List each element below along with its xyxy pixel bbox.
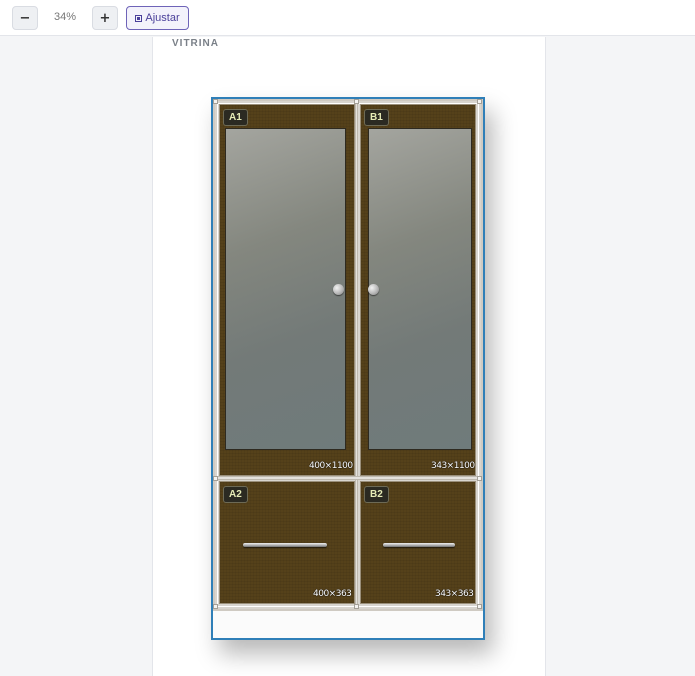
- zoom-in-button[interactable]: +: [92, 6, 118, 30]
- zoom-out-button[interactable]: −: [12, 6, 38, 30]
- corner-marker[interactable]: [477, 99, 482, 104]
- knob-icon: [368, 284, 379, 295]
- door-dimensions: 400×1100: [309, 461, 353, 471]
- corner-marker[interactable]: [354, 99, 359, 104]
- horizontal-divider: [215, 476, 481, 480]
- door-dimensions: 343×1100: [431, 461, 475, 471]
- furniture-title: VITRINA: [172, 38, 219, 49]
- door-label: A2: [223, 486, 248, 503]
- toolbar: − 34% + Ajustar: [0, 0, 695, 36]
- door-dimensions: 343×363: [435, 589, 474, 599]
- door-a1[interactable]: A1 400×1100: [219, 104, 355, 476]
- drawer-a2[interactable]: A2 400×363: [219, 481, 355, 604]
- door-b1[interactable]: B1 343×1100: [360, 104, 476, 476]
- door-label: B1: [364, 109, 389, 126]
- door-label: A1: [223, 109, 248, 126]
- vertical-divider: [355, 101, 358, 609]
- fit-button[interactable]: Ajustar: [126, 6, 189, 30]
- corner-marker[interactable]: [477, 604, 482, 609]
- fit-button-label: Ajustar: [145, 12, 180, 24]
- corner-marker[interactable]: [213, 476, 218, 481]
- glass-panel: [225, 128, 346, 450]
- zoom-level: 34%: [53, 11, 77, 23]
- corner-marker[interactable]: [354, 604, 359, 609]
- cabinet-plinth: [213, 611, 483, 638]
- fit-to-screen-icon: [135, 14, 143, 22]
- bar-handle-icon: [383, 543, 455, 547]
- drawer-b2[interactable]: B2 343×363: [360, 481, 476, 604]
- knob-icon: [333, 284, 344, 295]
- door-dimensions: 400×363: [313, 589, 352, 599]
- corner-marker[interactable]: [477, 476, 482, 481]
- corner-marker[interactable]: [213, 604, 218, 609]
- door-label: B2: [364, 486, 389, 503]
- bar-handle-icon: [243, 543, 327, 547]
- glass-panel: [368, 128, 472, 450]
- corner-marker[interactable]: [213, 99, 218, 104]
